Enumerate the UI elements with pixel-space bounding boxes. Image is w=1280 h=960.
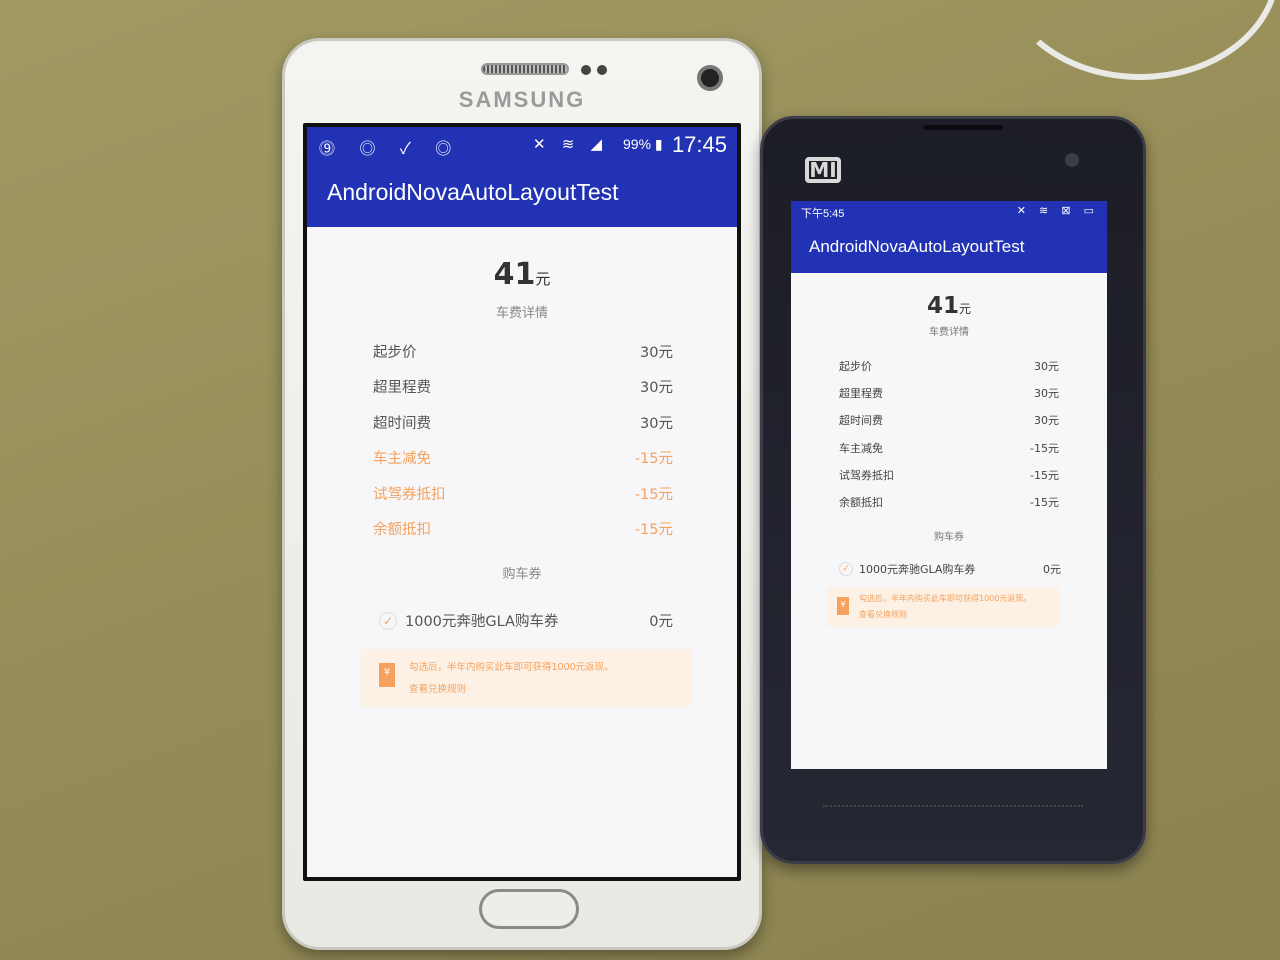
fee-label: 余额抵扣 xyxy=(839,495,883,509)
fee-row-test-drive-coupon: 试驾券抵扣 -15元 xyxy=(373,483,673,518)
fee-value: -15元 xyxy=(1030,495,1059,509)
fee-row-mileage: 超里程费 30元 xyxy=(839,385,1059,412)
fee-value: -15元 xyxy=(634,451,673,468)
notification-icons: ⓽ ◎ ✓ ◎ xyxy=(319,141,462,158)
fee-value: 30元 xyxy=(1034,414,1059,428)
fee-value: -15元 xyxy=(634,486,673,503)
fee-row-balance-deduction: 余额抵扣 -15元 xyxy=(839,494,1059,521)
fee-value: -15元 xyxy=(1030,441,1059,455)
coupon-tip-banner: ¥ 勾选后，半年内购买此车即可获得1000元返现。 查看兑换规则 xyxy=(361,649,691,708)
fee-row-owner-discount: 车主减免 -15元 xyxy=(839,440,1059,467)
app-title: AndroidNovaAutoLayoutTest xyxy=(327,179,619,205)
earpiece-speaker xyxy=(481,63,569,75)
status-icons: ✕ ≋ ⊠ ▭ xyxy=(1016,205,1099,217)
fee-row-base: 起步价 30元 xyxy=(373,341,673,376)
fee-list: 起步价 30元 超里程费 30元 超时间费 30元 车主减免 -15元 试驾券抵… xyxy=(791,358,1107,521)
proximity-sensor xyxy=(581,65,591,75)
total-unit: 元 xyxy=(959,302,972,316)
status-bar: 下午5:45 ✕ ≋ ⊠ ▭ xyxy=(791,201,1107,223)
exchange-rules-link[interactable]: 查看兑换规则 xyxy=(409,681,466,695)
fee-label: 车主减免 xyxy=(373,451,431,468)
fee-label: 起步价 xyxy=(839,360,872,373)
total-amount: 41 xyxy=(493,257,536,292)
coupon-ribbon-icon: ¥ xyxy=(379,663,395,688)
fee-label: 试驾券抵扣 xyxy=(839,468,894,482)
fee-value: 30元 xyxy=(640,415,673,432)
coupon-tip-banner: ¥ 勾选后，半年内购买此车即可获得1000元返现。 查看兑换规则 xyxy=(827,587,1059,628)
fee-label: 超里程费 xyxy=(839,387,883,401)
app-bar: AndroidNovaAutoLayoutTest xyxy=(791,223,1107,273)
fee-value: 30元 xyxy=(640,345,673,361)
light-sensor xyxy=(597,65,607,75)
samsung-phone: SAMSUNG ⓽ ◎ ✓ ◎ ✕ ≋ ◢ 99% ▮ 17:45 Androi… xyxy=(282,38,762,950)
fee-value: -15元 xyxy=(634,521,673,538)
fee-row-base: 起步价 30元 xyxy=(839,358,1059,385)
earpiece-speaker xyxy=(923,125,1003,130)
tip-text: 勾选后，半年内购买此车即可获得1000元返现。 xyxy=(859,594,1032,604)
fee-row-balance-deduction: 余额抵扣 -15元 xyxy=(373,518,673,553)
exchange-rules-link[interactable]: 查看兑换规则 xyxy=(859,609,907,620)
coupon-name: 1000元奔驰GLA购车券 xyxy=(405,614,559,631)
fee-label: 试驾券抵扣 xyxy=(373,486,446,503)
fee-list: 起步价 30元 超里程费 30元 超时间费 30元 车主减免 -15元 试驾券抵… xyxy=(307,341,737,553)
samsung-logo: SAMSUNG xyxy=(458,87,586,112)
fee-label: 余额抵扣 xyxy=(373,521,431,538)
coupon-name: 1000元奔驰GLA购车券 xyxy=(859,563,976,577)
usb-cable xyxy=(1000,0,1280,80)
fee-value: -15元 xyxy=(1030,468,1059,482)
xiaomi-phone: MI 下午5:45 ✕ ≋ ⊠ ▭ AndroidNovaAutoLayoutT… xyxy=(760,116,1146,864)
checkmark-icon[interactable]: ✓ xyxy=(839,562,853,577)
fee-detail-link[interactable]: 车费详情 xyxy=(791,323,1107,338)
coupon-ribbon-icon: ¥ xyxy=(837,597,849,616)
front-camera-icon xyxy=(1065,153,1079,167)
coupon-section-title: 购车券 xyxy=(502,567,542,583)
status-bar: ⓽ ◎ ✓ ◎ ✕ ≋ ◢ 99% ▮ 17:45 xyxy=(307,127,737,161)
coupon-row[interactable]: ✓ 1000元奔驰GLA购车券 0元 xyxy=(307,610,737,631)
total-unit: 元 xyxy=(535,270,551,288)
samsung-screen: ⓽ ◎ ✓ ◎ ✕ ≋ ◢ 99% ▮ 17:45 AndroidNovaAut… xyxy=(303,123,741,881)
coupon-value: 0元 xyxy=(1043,563,1061,577)
status-clock: 17:45 xyxy=(671,132,727,157)
xiaomi-screen: 下午5:45 ✕ ≋ ⊠ ▭ AndroidNovaAutoLayoutTest… xyxy=(791,201,1107,769)
fee-value: 30元 xyxy=(1034,360,1059,373)
fee-detail-content: 41元 车费详情 起步价 30元 超里程费 30元 超时间费 30元 车主减免 … xyxy=(791,293,1107,628)
fee-row-time: 超时间费 30元 xyxy=(373,412,673,447)
fee-row-owner-discount: 车主减免 -15元 xyxy=(373,447,673,482)
fee-label: 超里程费 xyxy=(373,380,431,397)
fee-label: 超时间费 xyxy=(373,415,431,432)
total-fare: 41元 xyxy=(307,257,737,292)
app-title: AndroidNovaAutoLayoutTest xyxy=(809,237,1025,256)
fee-label: 起步价 xyxy=(373,345,417,361)
battery-icon: 99% ▮ xyxy=(623,136,663,152)
fee-row-mileage: 超里程费 30元 xyxy=(373,376,673,411)
capacitive-keys[interactable] xyxy=(823,805,1083,809)
fee-value: 30元 xyxy=(1034,387,1059,401)
total-fare: 41元 xyxy=(791,293,1107,319)
fee-row-time: 超时间费 30元 xyxy=(839,412,1059,439)
fee-detail-content: 41元 车费详情 起步价 30元 超里程费 30元 超时间费 30元 车主减免 … xyxy=(307,257,737,708)
fee-label: 车主减免 xyxy=(839,441,883,455)
fee-value: 30元 xyxy=(640,380,673,397)
total-amount: 41 xyxy=(926,293,959,319)
fee-row-test-drive-coupon: 试驾券抵扣 -15元 xyxy=(839,467,1059,494)
coupon-section-title: 购车券 xyxy=(934,532,964,544)
app-bar: AndroidNovaAutoLayoutTest xyxy=(307,161,737,227)
status-clock: 下午5:45 xyxy=(801,208,845,220)
coupon-value: 0元 xyxy=(649,614,673,631)
fee-detail-link[interactable]: 车费详情 xyxy=(307,302,737,321)
checkmark-icon[interactable]: ✓ xyxy=(379,611,397,630)
signal-icons: ✕ ≋ ◢ xyxy=(533,136,609,153)
tip-text: 勾选后，半年内购买此车即可获得1000元返现。 xyxy=(409,662,614,674)
mi-logo: MI xyxy=(805,157,841,183)
fee-label: 超时间费 xyxy=(839,414,883,428)
home-button[interactable] xyxy=(479,889,579,929)
coupon-row[interactable]: ✓ 1000元奔驰GLA购车券 0元 xyxy=(791,561,1107,577)
